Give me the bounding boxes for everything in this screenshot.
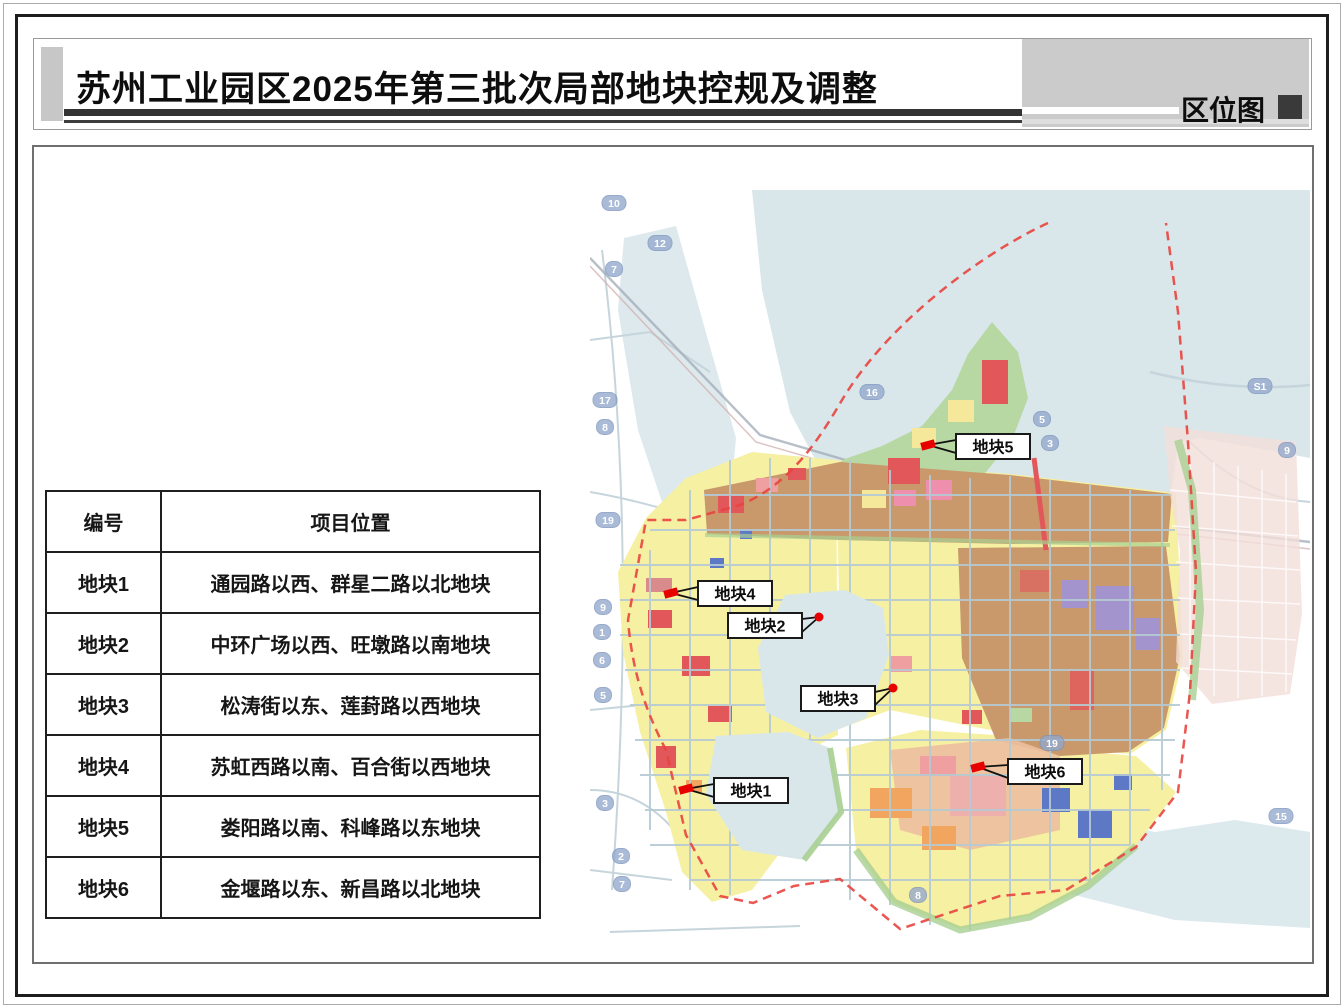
plot-id-cell: 地块2 xyxy=(46,613,161,674)
road-badge: 16 xyxy=(860,385,884,400)
road-badge: 1 xyxy=(594,625,611,640)
road-badge: 8 xyxy=(597,420,614,435)
plot-id-cell: 地块6 xyxy=(46,857,161,918)
plot-id-cell: 地块1 xyxy=(46,552,161,613)
road-badge: 8 xyxy=(910,888,927,903)
road-badge: 12 xyxy=(648,236,672,251)
plot-marker xyxy=(889,684,898,693)
title-bar: 苏州工业园区2025年第三批次局部地块控规及调整 区位图 xyxy=(33,38,1312,130)
table-row: 地块2中环广场以西、旺墩路以南地块 xyxy=(46,613,540,674)
table-body: 地块1通园路以西、群星二路以北地块地块2中环广场以西、旺墩路以南地块地块3松涛街… xyxy=(46,552,540,918)
road-badge-number: 2 xyxy=(618,851,624,863)
plan-sheet: 苏州工业园区2025年第三批次局部地块控规及调整 区位图 编号 项目位置 地块1… xyxy=(0,0,1344,1008)
road-badge-number: 8 xyxy=(602,422,608,434)
table-row: 地块5娄阳路以南、科峰路以东地块 xyxy=(46,796,540,857)
plot-callout-label: 地块2 xyxy=(745,617,786,636)
title-rule-thick xyxy=(64,109,1022,116)
road-badge: 5 xyxy=(595,688,612,703)
table-row: 地块6金堰路以东、新昌路以北地块 xyxy=(46,857,540,918)
plot-id-cell: 地块3 xyxy=(46,674,161,735)
plot-callout-label: 地块6 xyxy=(1025,763,1066,782)
plot-location-cell: 苏虹西路以南、百合街以西地块 xyxy=(161,735,540,796)
road-badge-number: 7 xyxy=(611,264,617,276)
road-badge: 6 xyxy=(594,653,611,668)
title-accent-bar xyxy=(41,47,63,121)
road-badge-number: 17 xyxy=(599,395,611,407)
plot-location-cell: 娄阳路以南、科峰路以东地块 xyxy=(161,796,540,857)
road-badge-number: 8 xyxy=(915,890,921,902)
road-badge: 9 xyxy=(1279,443,1296,458)
road-badge-number: 5 xyxy=(1039,414,1045,426)
corner-panel: 区位图 xyxy=(1022,39,1309,127)
plot-id-cell: 地块5 xyxy=(46,796,161,857)
road-badge: 9 xyxy=(595,600,612,615)
table-row: 地块3松涛街以东、莲葑路以西地块 xyxy=(46,674,540,735)
road-badge: 17 xyxy=(593,393,617,408)
col-header-location: 项目位置 xyxy=(161,491,540,552)
plot-location-cell: 金堰路以东、新昌路以北地块 xyxy=(161,857,540,918)
corner-light-strip xyxy=(1022,119,1309,124)
road-badge-number: 6 xyxy=(599,655,605,667)
corner-square xyxy=(1278,95,1302,119)
road-badge-number: 9 xyxy=(600,602,606,614)
plot-callout-label: 地块3 xyxy=(818,690,859,709)
road-badge-number: 3 xyxy=(1047,438,1053,450)
corner-white-strip xyxy=(1022,107,1179,114)
location-map: 101271781991653271653S1919815 地块1地块2地块3地… xyxy=(590,190,1310,958)
plot-location-cell: 松涛街以东、莲葑路以西地块 xyxy=(161,674,540,735)
title-rule-thin xyxy=(64,120,1022,123)
road-badge-number: 19 xyxy=(1046,738,1058,750)
road-badge: 3 xyxy=(1042,436,1059,451)
road-badge: 15 xyxy=(1269,809,1293,824)
road-badge-number: 1 xyxy=(599,627,605,639)
road-badge-number: 3 xyxy=(602,798,608,810)
plot-callout-label: 地块5 xyxy=(973,438,1014,457)
location-map-svg: 101271781991653271653S1919815 地块1地块2地块3地… xyxy=(590,190,1310,958)
road-badge-number: 7 xyxy=(619,879,625,891)
plot-id-cell: 地块4 xyxy=(46,735,161,796)
road-badge: S1 xyxy=(1248,379,1272,394)
road-badge-number: 9 xyxy=(1284,445,1290,457)
plot-marker xyxy=(815,613,824,622)
plot-location-cell: 中环广场以西、旺墩路以南地块 xyxy=(161,613,540,674)
table-header-row: 编号 项目位置 xyxy=(46,491,540,552)
road-badge: 19 xyxy=(596,513,620,528)
road-badge-number: 12 xyxy=(654,238,666,250)
plot-location-table: 编号 项目位置 地块1通园路以西、群星二路以北地块地块2中环广场以西、旺墩路以南… xyxy=(45,490,541,919)
road-badge-number: 15 xyxy=(1275,811,1287,823)
road-badge-number: 10 xyxy=(608,198,620,210)
table-row: 地块4苏虹西路以南、百合街以西地块 xyxy=(46,735,540,796)
table-row: 地块1通园路以西、群星二路以北地块 xyxy=(46,552,540,613)
road-badge-number: 5 xyxy=(600,690,606,702)
road-badge: 2 xyxy=(613,849,630,864)
plot-callout-label: 地块1 xyxy=(731,782,772,801)
page-title: 苏州工业园区2025年第三批次局部地块控规及调整 xyxy=(76,61,878,112)
road-badge: 7 xyxy=(606,262,623,277)
plot-location-cell: 通园路以西、群星二路以北地块 xyxy=(161,552,540,613)
col-header-id: 编号 xyxy=(46,491,161,552)
road-badge: 19 xyxy=(1040,736,1064,751)
plot-callout-label: 地块4 xyxy=(715,585,756,604)
road-badge-number: S1 xyxy=(1254,381,1267,393)
road-badge: 5 xyxy=(1034,412,1051,427)
road-badge: 3 xyxy=(597,796,614,811)
road-badge-number: 19 xyxy=(602,515,614,527)
road-badge: 7 xyxy=(614,877,631,892)
corner-label: 区位图 xyxy=(1181,89,1265,129)
road-badge: 10 xyxy=(602,196,626,211)
road-badge-number: 16 xyxy=(866,387,878,399)
